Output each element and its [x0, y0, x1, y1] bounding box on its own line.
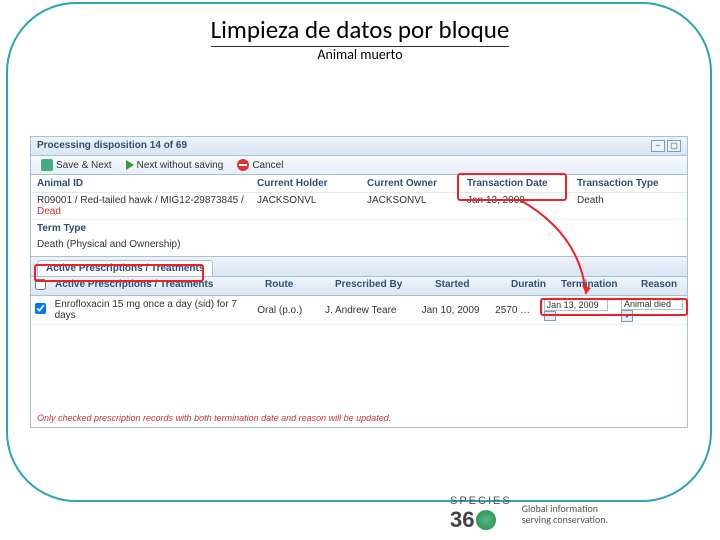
reason-select[interactable]: Animal died — [621, 298, 683, 310]
cell-prescribed-by: J. Andrew Teare — [321, 303, 418, 318]
col-current-owner: Current Owner — [361, 175, 461, 192]
toolbar: Save & Next Next without saving Cancel — [31, 156, 687, 175]
record-row: R09001 / Red-tailed hawk / MIG12-2987384… — [31, 193, 687, 220]
col-termination: Termination — [557, 277, 637, 295]
cell-tx-type: Death — [571, 193, 687, 219]
col-current-holder: Current Holder — [251, 175, 361, 192]
cell-holder: JACKSONVL — [251, 193, 361, 219]
next-wo-save-label: Next without saving — [137, 160, 224, 171]
slide-title-text: Limpieza de datos por bloque — [211, 14, 510, 47]
slide-title: Limpieza de datos por bloque — [0, 14, 720, 45]
save-icon — [41, 159, 53, 171]
termination-date-input[interactable]: Jan 13, 2009 — [544, 299, 608, 311]
term-type-value: Death (Physical and Ownership) — [31, 237, 687, 256]
arrow-right-icon — [126, 160, 134, 170]
cell-owner: JACKSONVL — [361, 193, 461, 219]
tab-active-prescriptions[interactable]: Active Prescriptions / Treatments — [37, 260, 213, 276]
select-all-checkbox[interactable] — [35, 279, 46, 290]
cancel-label: Cancel — [252, 160, 283, 171]
cell-termination: Jan 13, 2009 — [540, 297, 617, 324]
col-transaction-type: Transaction Type — [571, 175, 687, 192]
tagline: Global information serving conservation. — [522, 503, 608, 525]
col-duration: Duratin — [507, 277, 557, 295]
cell-duration: 2570 … — [491, 303, 539, 318]
window-titlebar: Processing disposition 14 of 69 – ▢ — [31, 137, 687, 156]
window-controls: – ▢ — [651, 140, 681, 152]
col-prescribed-by: Prescribed By — [331, 277, 431, 295]
tagline-2: serving conservation. — [522, 514, 608, 525]
collapse-icon[interactable]: – — [651, 140, 665, 152]
window-title: Processing disposition 14 of 69 — [37, 140, 187, 152]
row-checkbox[interactable] — [35, 303, 46, 314]
col-transaction-date: Transaction Date — [461, 175, 571, 192]
cell-desc: Enrofloxacin 15 mg once a day (sid) for … — [51, 297, 254, 323]
record-header: Animal ID Current Holder Current Owner T… — [31, 175, 687, 193]
save-next-button[interactable]: Save & Next — [37, 158, 116, 172]
col-started: Started — [431, 277, 507, 295]
col-desc: Active Prescriptions / Treatments — [51, 277, 261, 295]
cell-route: Oral (p.o.) — [253, 303, 321, 318]
cell-started: Jan 10, 2009 — [418, 303, 492, 318]
cell-reason: Animal died — [617, 296, 687, 324]
cell-tx-date: Jan 13, 2009 — [461, 193, 571, 219]
globe-icon — [476, 510, 496, 530]
logo: SPECIES 3 6 — [450, 495, 512, 533]
logo-360: 3 6 — [450, 507, 512, 533]
cancel-button[interactable]: Cancel — [233, 158, 287, 172]
logo-species: SPECIES — [450, 495, 512, 507]
footer: SPECIES 3 6 Global information serving c… — [450, 495, 608, 533]
update-note: Only checked prescription records with b… — [31, 409, 687, 427]
col-checkbox — [31, 277, 51, 295]
col-reason: Reason — [637, 277, 687, 295]
cancel-icon — [237, 159, 249, 171]
app-window: Processing disposition 14 of 69 – ▢ Save… — [30, 136, 688, 428]
save-next-label: Save & Next — [56, 160, 112, 171]
tabstrip: Active Prescriptions / Treatments — [31, 256, 687, 277]
animal-id-text: R09001 / Red-tailed hawk / MIG12-2987384… — [37, 195, 244, 206]
chevron-down-icon[interactable] — [621, 310, 633, 322]
dead-text: Dead — [37, 206, 61, 217]
col-route: Route — [261, 277, 331, 295]
logo-3: 3 — [450, 507, 462, 533]
term-type-label: Term Type — [31, 220, 687, 237]
slide-subtitle: Animal muerto — [0, 46, 720, 63]
grid-empty-space — [31, 325, 687, 409]
expand-icon[interactable]: ▢ — [667, 140, 681, 152]
cell-animal-id: R09001 / Red-tailed hawk / MIG12-2987384… — [31, 193, 251, 219]
grid-header: Active Prescriptions / Treatments Route … — [31, 277, 687, 296]
col-animal-id: Animal ID — [31, 175, 251, 192]
next-without-saving-button[interactable]: Next without saving — [122, 159, 228, 172]
logo-6: 6 — [462, 507, 474, 533]
calendar-icon[interactable] — [544, 311, 556, 321]
grid-row: Enrofloxacin 15 mg once a day (sid) for … — [31, 296, 687, 325]
